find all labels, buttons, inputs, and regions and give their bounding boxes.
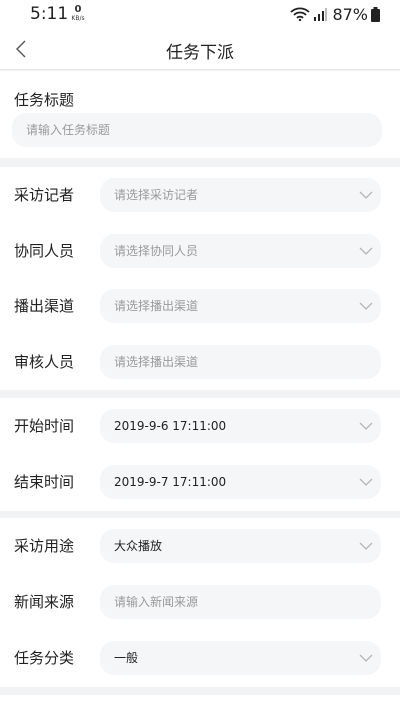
purpose-value: 大众播放 <box>114 539 163 553</box>
start-time-value: 2019-9-6 17:11:00 <box>114 419 227 433</box>
next-section-edge <box>0 695 400 711</box>
end-time-row: 结束时间 2019-9-7 17:11:00 <box>0 454 400 510</box>
source-label: 新闻来源 <box>14 593 75 611</box>
chevron-down-icon <box>359 542 373 550</box>
battery-icon <box>371 6 380 22</box>
chevron-down-icon <box>359 247 373 255</box>
reporter-select[interactable]: 请选择采访记者 <box>100 178 381 212</box>
end-time-value: 2019-9-7 17:11:00 <box>114 475 227 489</box>
reviewer-placeholder: 请选择播出渠道 <box>114 355 199 369</box>
category-label: 任务分类 <box>14 649 75 667</box>
channel-placeholder: 请选择播出渠道 <box>114 299 199 313</box>
reviewer-label: 审核人员 <box>14 353 75 371</box>
signal-icon <box>313 7 328 21</box>
category-select[interactable]: 一般 <box>100 641 381 675</box>
people-section: 采访记者 请选择采访记者 协同人员 请选择协同人员 播出渠道 请选择播出渠道 审… <box>0 167 400 390</box>
start-time-select[interactable]: 2019-9-6 17:11:00 <box>100 409 381 443</box>
network-speed-value: 0 <box>74 4 82 15</box>
collaborator-placeholder: 请选择协同人员 <box>114 244 199 258</box>
start-time-row: 开始时间 2019-9-6 17:11:00 <box>0 398 400 454</box>
page-title: 任务下派 <box>166 43 234 63</box>
channel-label: 播出渠道 <box>14 297 75 315</box>
collaborator-select[interactable]: 请选择协同人员 <box>100 234 381 268</box>
task-title-label: 任务标题 <box>14 91 75 109</box>
chevron-down-icon <box>359 478 373 486</box>
category-value: 一般 <box>114 651 139 665</box>
chevron-down-icon <box>359 302 373 310</box>
status-bar: 5:11 0 KB/s 87% <box>0 0 400 28</box>
end-time-label: 结束时间 <box>14 473 75 491</box>
purpose-row: 采访用途 大众播放 <box>0 518 400 574</box>
reporter-placeholder: 请选择采访记者 <box>114 188 199 202</box>
info-section: 采访用途 大众播放 新闻来源 任务分类 一般 <box>0 518 400 687</box>
source-input[interactable] <box>100 585 381 619</box>
status-icons: 87% <box>290 4 380 24</box>
purpose-select[interactable]: 大众播放 <box>100 529 381 563</box>
collaborator-label: 协同人员 <box>14 242 75 260</box>
channel-select[interactable]: 请选择播出渠道 <box>100 289 381 323</box>
source-row: 新闻来源 <box>0 574 400 630</box>
chevron-down-icon <box>359 654 373 662</box>
end-time-select[interactable]: 2019-9-7 17:11:00 <box>100 465 381 499</box>
reporter-label: 采访记者 <box>14 186 75 204</box>
chevron-down-icon <box>359 191 373 199</box>
channel-row: 播出渠道 请选择播出渠道 <box>0 278 400 334</box>
status-time: 5:11 <box>30 4 69 24</box>
chevron-down-icon <box>359 422 373 430</box>
reviewer-row: 审核人员 请选择播出渠道 <box>0 334 400 390</box>
network-speed: 0 KB/s <box>68 4 88 22</box>
time-section: 开始时间 2019-9-6 17:11:00 结束时间 2019-9-7 17:… <box>0 398 400 511</box>
collaborator-row: 协同人员 请选择协同人员 <box>0 223 400 279</box>
battery-percent: 87% <box>332 4 368 24</box>
network-speed-unit: KB/s <box>71 15 85 22</box>
reviewer-select[interactable]: 请选择播出渠道 <box>100 345 381 379</box>
nav-bar: 任务下派 <box>0 28 400 70</box>
task-title-section: 任务标题 <box>0 71 400 158</box>
wifi-icon <box>290 7 311 21</box>
task-title-input[interactable] <box>12 113 382 147</box>
category-row: 任务分类 一般 <box>0 630 400 686</box>
start-time-label: 开始时间 <box>14 417 75 435</box>
source-field <box>100 585 381 619</box>
purpose-label: 采访用途 <box>14 537 75 555</box>
reporter-row: 采访记者 请选择采访记者 <box>0 167 400 223</box>
